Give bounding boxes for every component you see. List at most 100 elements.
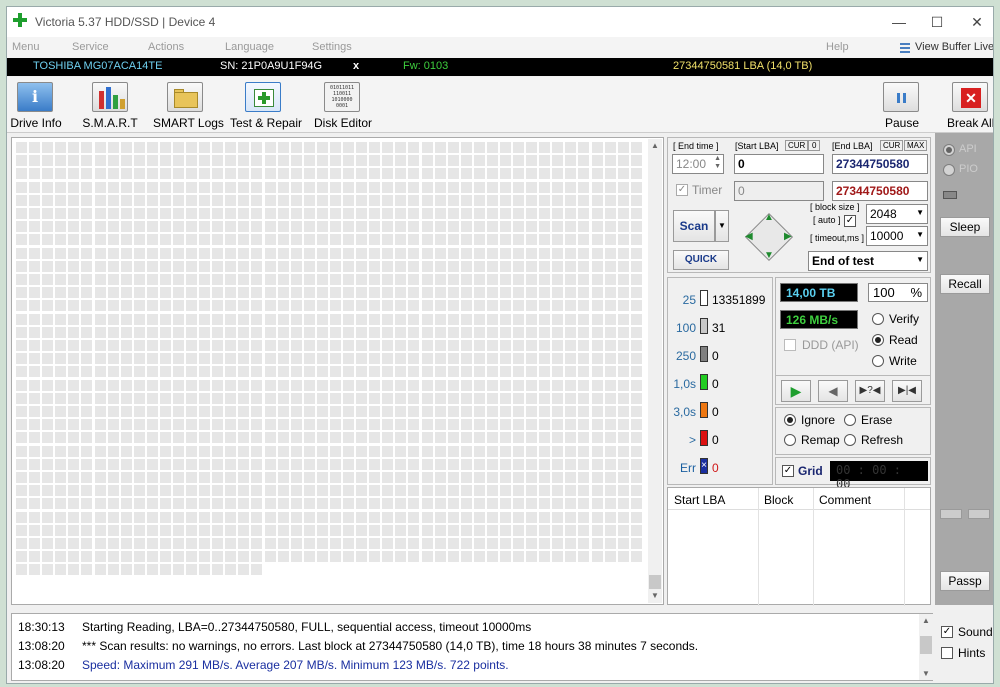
menu-item-service[interactable]: Service bbox=[72, 41, 109, 53]
end-of-test-select[interactable]: End of test ▼ bbox=[808, 251, 928, 271]
small-right-button[interactable] bbox=[968, 509, 990, 519]
end-cur-button[interactable]: CUR bbox=[880, 140, 904, 151]
toolbar: i Drive Info S.M.A.R.T SMART Logs Test &… bbox=[7, 77, 993, 133]
recall-button[interactable]: Recall bbox=[940, 274, 990, 294]
pio-radio[interactable] bbox=[943, 164, 955, 176]
scan-block bbox=[316, 300, 328, 312]
ddd-api-checkbox[interactable] bbox=[784, 339, 796, 351]
end-time-spinner[interactable]: 12:00 ▲ ▼ bbox=[672, 154, 724, 174]
close-button[interactable]: ✕ bbox=[957, 11, 993, 33]
arrow-down-icon[interactable]: ▼ bbox=[764, 250, 774, 261]
write-radio[interactable] bbox=[872, 355, 884, 367]
start-zero-button[interactable]: 0 bbox=[808, 140, 821, 151]
scan-block bbox=[447, 300, 459, 312]
menu-item-language[interactable]: Language bbox=[225, 41, 274, 53]
small-left-button[interactable] bbox=[940, 509, 962, 519]
scan-block bbox=[565, 445, 577, 457]
view-buffer-live-link[interactable]: View Buffer Live bbox=[915, 41, 993, 53]
arrow-right-icon[interactable]: ▶ bbox=[784, 231, 792, 242]
test-repair-button[interactable]: Test & Repair bbox=[229, 79, 303, 131]
verify-radio[interactable] bbox=[872, 313, 884, 325]
scan-block bbox=[408, 392, 420, 404]
scan-block bbox=[552, 326, 564, 338]
remap-radio[interactable] bbox=[784, 434, 796, 446]
block-size-chevron-icon[interactable]: ▼ bbox=[916, 208, 924, 217]
end-max-button[interactable]: MAX bbox=[904, 140, 928, 151]
scan-block bbox=[199, 340, 211, 351]
map-scrollbar[interactable]: ▲ ▼ bbox=[648, 139, 662, 603]
map-scroll-thumb[interactable] bbox=[649, 575, 661, 589]
api-radio[interactable] bbox=[943, 144, 955, 156]
scan-button[interactable]: Scan bbox=[673, 210, 715, 242]
scan-block bbox=[146, 326, 158, 338]
scan-block bbox=[565, 419, 577, 431]
spinner-arrows-icon[interactable]: ▲ ▼ bbox=[714, 155, 721, 171]
menu-item-settings[interactable]: Settings bbox=[312, 41, 352, 53]
scan-block bbox=[604, 445, 616, 457]
reverse-icon[interactable]: ◀ bbox=[818, 380, 848, 402]
scan-block bbox=[421, 194, 433, 206]
scan-block bbox=[473, 379, 485, 391]
end-of-test-chevron-icon[interactable]: ▼ bbox=[916, 255, 924, 264]
scan-block bbox=[630, 340, 642, 351]
column-comment[interactable]: Comment bbox=[819, 493, 871, 507]
scan-block bbox=[578, 155, 590, 167]
drive-close-x[interactable]: x bbox=[353, 60, 359, 72]
scan-dropdown-icon[interactable]: ▼ bbox=[715, 210, 729, 242]
scan-block bbox=[225, 168, 237, 180]
scan-block bbox=[513, 181, 524, 193]
refresh-radio[interactable] bbox=[844, 434, 856, 446]
erase-radio[interactable] bbox=[844, 414, 856, 426]
hints-checkbox[interactable] bbox=[941, 647, 953, 659]
grid-checkbox[interactable]: ✓ bbox=[782, 465, 794, 477]
column-start-lba[interactable]: Start LBA bbox=[674, 493, 725, 507]
timeout-select[interactable]: 10000 ▼ bbox=[866, 226, 928, 246]
smart-logs-button[interactable]: SMART Logs bbox=[153, 79, 224, 131]
scan-block bbox=[212, 498, 224, 510]
menu-item-actions[interactable]: Actions bbox=[148, 41, 184, 53]
random-seek-icon[interactable]: ▶?◀ bbox=[855, 380, 885, 402]
timer-input[interactable]: 0 bbox=[734, 181, 824, 201]
arrow-up-icon[interactable]: ▲ bbox=[764, 212, 774, 223]
start-lba-input[interactable]: 0 bbox=[734, 154, 824, 174]
read-radio[interactable] bbox=[872, 334, 884, 346]
scan-block bbox=[447, 379, 459, 391]
scan-block bbox=[500, 511, 511, 523]
scan-block bbox=[395, 472, 407, 483]
scan-block bbox=[526, 260, 538, 272]
scan-block bbox=[408, 340, 420, 351]
end-lba-input[interactable]: 27344750580 bbox=[832, 154, 928, 174]
menu-item-menu[interactable]: Menu bbox=[12, 41, 40, 53]
disk-editor-button[interactable]: 01011011 110011 1010000 0001 Disk Editor bbox=[311, 79, 375, 131]
smart-button[interactable]: S.M.A.R.T bbox=[81, 79, 139, 131]
scan-block bbox=[107, 406, 119, 417]
start-cur-button[interactable]: CUR bbox=[785, 140, 809, 151]
scan-block bbox=[173, 458, 184, 470]
menu-item-help[interactable]: Help bbox=[826, 41, 849, 53]
block-size-select[interactable]: 2048 ▼ bbox=[866, 204, 928, 224]
column-block[interactable]: Block bbox=[764, 493, 793, 507]
scan-block bbox=[356, 326, 368, 338]
passp-button[interactable]: Passp bbox=[940, 571, 990, 591]
ignore-radio[interactable] bbox=[784, 414, 796, 426]
scan-block bbox=[473, 208, 485, 219]
timeout-chevron-icon[interactable]: ▼ bbox=[916, 230, 924, 239]
auto-checkbox[interactable]: ✓ bbox=[844, 215, 856, 227]
timer-checkbox[interactable]: ✓ bbox=[676, 184, 688, 196]
butterfly-icon[interactable]: ▶|◀ bbox=[892, 380, 922, 402]
pause-button[interactable]: Pause bbox=[881, 79, 923, 131]
maximize-button[interactable]: ☐ bbox=[917, 11, 957, 33]
scan-block bbox=[173, 260, 184, 272]
minimize-button[interactable]: — bbox=[879, 11, 919, 33]
drive-info-button[interactable]: i Drive Info bbox=[9, 79, 63, 131]
scan-block bbox=[434, 419, 446, 431]
arrow-left-icon[interactable]: ◀ bbox=[745, 231, 753, 242]
play-icon[interactable]: ▶ bbox=[781, 380, 811, 402]
sound-checkbox[interactable]: ✓ bbox=[941, 626, 953, 638]
log-scrollbar[interactable]: ▲ ▼ bbox=[919, 614, 933, 680]
break-all-button[interactable]: ✕ Break All bbox=[947, 79, 993, 131]
sleep-button[interactable]: Sleep bbox=[940, 217, 990, 237]
quick-button[interactable]: QUICK bbox=[673, 250, 729, 270]
direction-pad[interactable]: ▲ ▼ ◀ ▶ bbox=[740, 208, 798, 266]
scan-block bbox=[55, 181, 67, 193]
